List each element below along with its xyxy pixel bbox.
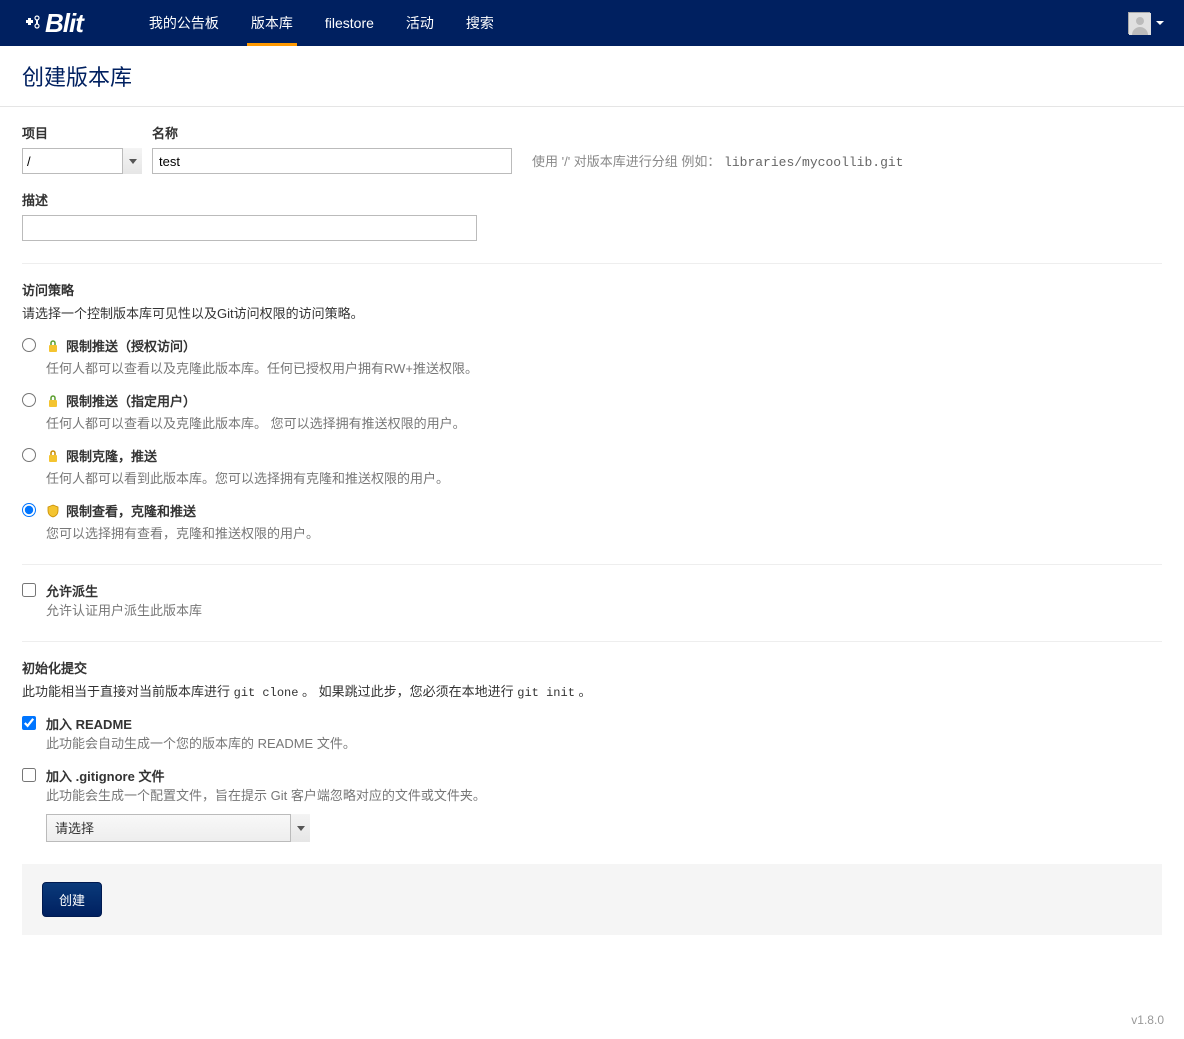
option-body: 加入 .gitignore 文件 此功能会生成一个配置文件，旨在提示 Git 客… — [46, 766, 1162, 804]
readme-checkbox[interactable] — [22, 716, 36, 730]
access-option-2: 限制克隆，推送 任何人都可以看到此版本库。您可以选择拥有克隆和推送权限的用户。 — [22, 446, 1162, 487]
nav-label: 我的公告板 — [149, 13, 219, 33]
option-desc: 任何人都可以查看以及克隆此版本库。 您可以选择拥有推送权限的用户。 — [46, 413, 1162, 432]
hint-mid: 。 如果跳过此步，您必须在本地进行 — [298, 684, 517, 699]
gitignore-select[interactable]: 请选择 — [46, 814, 310, 842]
fork-checkbox[interactable] — [22, 583, 36, 597]
option-label: 限制查看，克隆和推送 — [66, 501, 196, 520]
description-label: 描述 — [22, 190, 1162, 209]
nav-item-filestore[interactable]: filestore — [309, 0, 390, 46]
hint-code: libraries/mycoollib.git — [724, 155, 903, 170]
nav-links: 我的公告板 版本库 filestore 活动 搜索 — [133, 0, 510, 46]
option-header: 限制推送（授权访问） — [46, 336, 1162, 355]
navbar-left: Blit 我的公告板 版本库 filestore 活动 搜索 — [25, 0, 510, 46]
hint-pre: 此功能相当于直接对当前版本库进行 — [22, 684, 234, 699]
gitignore-checkbox[interactable] — [22, 768, 36, 782]
access-title: 访问策略 — [22, 280, 1162, 299]
gitignore-label: 加入 .gitignore 文件 — [46, 766, 1162, 785]
option-header: 限制克隆，推送 — [46, 446, 1162, 465]
access-option-0: 限制推送（授权访问） 任何人都可以查看以及克隆此版本库。任何已授权用户拥有RW+… — [22, 336, 1162, 377]
option-body: 加入 README 此功能会自动生成一个您的版本库的 README 文件。 — [46, 714, 1162, 752]
option-body: 限制克隆，推送 任何人都可以看到此版本库。您可以选择拥有克隆和推送权限的用户。 — [46, 446, 1162, 487]
access-radio-1[interactable] — [22, 393, 36, 407]
project-select[interactable]: / — [22, 148, 142, 174]
option-header: 限制推送（指定用户） — [46, 391, 1162, 410]
form: 项目 / 名称 使用 '/' 对版本库进行分组 例如： libraries/my… — [0, 107, 1184, 951]
option-desc: 任何人都可以查看以及克隆此版本库。任何已授权用户拥有RW+推送权限。 — [46, 358, 1162, 377]
logo-text: Blit — [45, 8, 83, 39]
nav-item-dashboard[interactable]: 我的公告板 — [133, 0, 235, 46]
nav-item-repositories[interactable]: 版本库 — [235, 0, 309, 46]
hint-code1: git clone — [234, 686, 299, 700]
option-desc: 您可以选择拥有查看，克隆和推送权限的用户。 — [46, 523, 1162, 542]
nav-label: 版本库 — [251, 13, 293, 33]
option-label: 限制克隆，推送 — [66, 446, 157, 465]
init-title: 初始化提交 — [22, 658, 1162, 677]
logo[interactable]: Blit — [25, 8, 83, 39]
gitignore-select-wrap: 请选择 — [46, 814, 310, 842]
access-radio-2[interactable] — [22, 448, 36, 462]
access-radio-3[interactable] — [22, 503, 36, 517]
name-hint: 使用 '/' 对版本库进行分组 例如： libraries/mycoollib.… — [532, 151, 903, 174]
gitignore-option: 加入 .gitignore 文件 此功能会生成一个配置文件，旨在提示 Git 客… — [22, 766, 1162, 804]
footer: v1.8.0 — [0, 1001, 1184, 1039]
readme-label: 加入 README — [46, 714, 1162, 733]
create-button[interactable]: 创建 — [42, 882, 102, 917]
project-field: 项目 / — [22, 123, 142, 174]
access-hint: 请选择一个控制版本库可见性以及Git访问权限的访问策略。 — [22, 303, 1162, 322]
name-row: 项目 / 名称 使用 '/' 对版本库进行分组 例如： libraries/my… — [22, 123, 1162, 174]
option-header: 限制查看，克隆和推送 — [46, 501, 1162, 520]
option-body: 允许派生 允许认证用户派生此版本库 — [46, 581, 1162, 619]
access-option-3: 限制查看，克隆和推送 您可以选择拥有查看，克隆和推送权限的用户。 — [22, 501, 1162, 542]
name-input[interactable] — [152, 148, 512, 174]
name-label: 名称 — [152, 123, 512, 142]
fork-label: 允许派生 — [46, 581, 1162, 600]
init-hint: 此功能相当于直接对当前版本库进行 git clone 。 如果跳过此步，您必须在… — [22, 681, 1162, 700]
option-label: 限制推送（授权访问） — [66, 336, 196, 355]
hint-prefix: 使用 '/' 对版本库进行分组 例如： — [532, 154, 720, 169]
access-radio-0[interactable] — [22, 338, 36, 352]
navbar-right[interactable] — [1128, 12, 1164, 34]
option-desc: 任何人都可以看到此版本库。您可以选择拥有克隆和推送权限的用户。 — [46, 468, 1162, 487]
project-label: 项目 — [22, 123, 142, 142]
navbar: Blit 我的公告板 版本库 filestore 活动 搜索 — [0, 0, 1184, 46]
option-label: 限制推送（指定用户） — [66, 391, 196, 410]
hint-post: 。 — [575, 684, 592, 699]
nav-label: 活动 — [406, 13, 434, 33]
submit-section: 创建 — [22, 864, 1162, 935]
init-section: 初始化提交 此功能相当于直接对当前版本库进行 git clone 。 如果跳过此… — [22, 641, 1162, 842]
page-header: 创建版本库 — [0, 46, 1184, 107]
fork-section: 允许派生 允许认证用户派生此版本库 — [22, 564, 1162, 619]
option-body: 限制推送（授权访问） 任何人都可以查看以及克隆此版本库。任何已授权用户拥有RW+… — [46, 336, 1162, 377]
access-option-1: 限制推送（指定用户） 任何人都可以查看以及克隆此版本库。 您可以选择拥有推送权限… — [22, 391, 1162, 432]
nav-item-activity[interactable]: 活动 — [390, 0, 450, 46]
nav-label: filestore — [325, 15, 374, 31]
hint-code2: git init — [517, 686, 575, 700]
description-input[interactable] — [22, 215, 477, 241]
readme-desc: 此功能会自动生成一个您的版本库的 README 文件。 — [46, 733, 1162, 752]
chevron-down-icon — [1156, 21, 1164, 25]
access-policy-section: 访问策略 请选择一个控制版本库可见性以及Git访问权限的访问策略。 限制推送（授… — [22, 263, 1162, 542]
option-body: 限制查看，克隆和推送 您可以选择拥有查看，克隆和推送权限的用户。 — [46, 501, 1162, 542]
lock-icon — [46, 339, 60, 353]
shield-icon — [46, 504, 60, 518]
fork-desc: 允许认证用户派生此版本库 — [46, 600, 1162, 619]
description-field: 描述 — [22, 190, 1162, 241]
gitignore-desc: 此功能会生成一个配置文件，旨在提示 Git 客户端忽略对应的文件或文件夹。 — [46, 785, 1162, 804]
project-select-wrap: / — [22, 148, 142, 174]
fork-option: 允许派生 允许认证用户派生此版本库 — [22, 581, 1162, 619]
lock-icon — [46, 394, 60, 408]
nav-label: 搜索 — [466, 13, 494, 33]
readme-option: 加入 README 此功能会自动生成一个您的版本库的 README 文件。 — [22, 714, 1162, 752]
page-title: 创建版本库 — [22, 60, 1162, 92]
logo-icon — [25, 13, 43, 33]
name-field: 名称 — [152, 123, 512, 174]
lock-icon — [46, 449, 60, 463]
nav-item-search[interactable]: 搜索 — [450, 0, 510, 46]
version-text: v1.8.0 — [1131, 1013, 1164, 1027]
avatar — [1128, 12, 1150, 34]
option-body: 限制推送（指定用户） 任何人都可以查看以及克隆此版本库。 您可以选择拥有推送权限… — [46, 391, 1162, 432]
